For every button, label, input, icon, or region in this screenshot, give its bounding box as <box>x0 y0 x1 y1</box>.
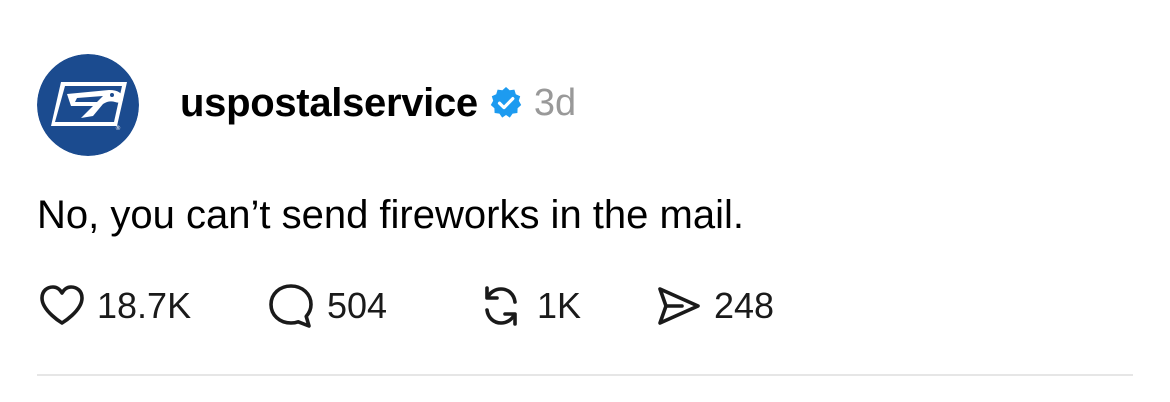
usps-eagle-logo: ® <box>37 54 139 156</box>
action-bar: 18.7K 504 1K 248 <box>37 278 774 334</box>
post-text: No, you can’t send fireworks in the mail… <box>37 193 744 237</box>
repost-count: 1K <box>537 285 582 326</box>
repost-icon <box>485 286 517 326</box>
repost-button[interactable]: 1K <box>475 280 652 332</box>
send-icon <box>658 287 700 325</box>
verified-badge-icon <box>488 85 524 121</box>
post-header: uspostalservice 3d <box>180 78 576 128</box>
like-count: 18.7K <box>97 285 192 326</box>
avatar[interactable]: ® <box>37 54 139 156</box>
like-button[interactable]: 18.7K <box>37 281 265 331</box>
reply-button[interactable]: 504 <box>265 280 475 332</box>
timestamp: 3d <box>533 81 577 124</box>
share-button[interactable]: 248 <box>652 280 774 332</box>
share-count: 248 <box>714 285 775 326</box>
reply-count: 504 <box>327 285 388 326</box>
comment-icon <box>269 284 313 328</box>
divider <box>37 374 1133 376</box>
username[interactable]: uspostalservice <box>180 81 478 126</box>
heart-icon <box>40 285 84 325</box>
svg-text:®: ® <box>115 125 121 132</box>
